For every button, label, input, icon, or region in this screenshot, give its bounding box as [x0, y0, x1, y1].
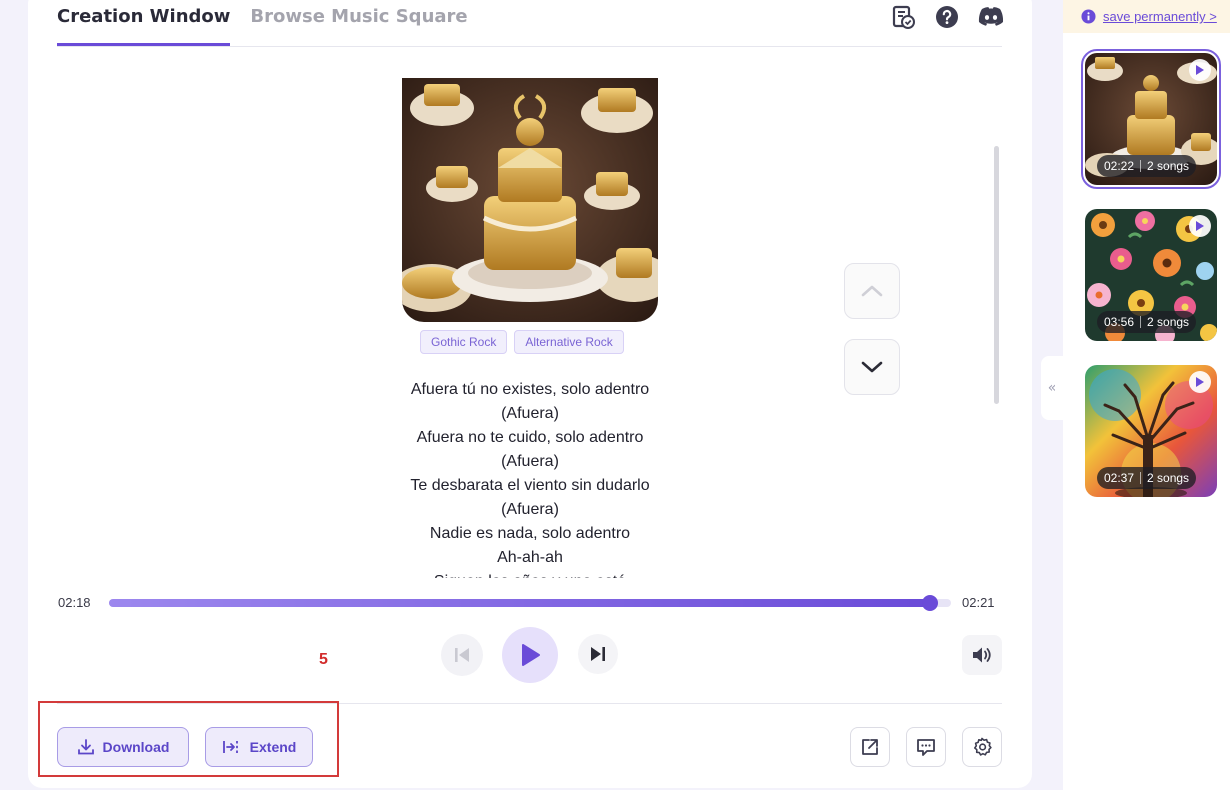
lyric-line: Nadie es nada, solo adentro	[429, 525, 631, 542]
play-icon	[1196, 221, 1204, 231]
lyric-line: Afuera tú no existes, solo adentro	[410, 381, 650, 398]
download-icon	[77, 739, 94, 755]
download-label: Download	[102, 739, 170, 755]
gear-icon	[974, 737, 992, 756]
song-count: 2 songs	[1147, 471, 1190, 485]
play-preview-button[interactable]	[1189, 215, 1211, 237]
next-song-down-button[interactable]	[844, 339, 900, 395]
tab-creation-window[interactable]: Creation Window	[57, 0, 231, 46]
lyric-line: Siguen los años y uno está	[330, 570, 730, 578]
play-preview-button[interactable]	[1189, 371, 1211, 393]
history-item[interactable]: 03:56 2 songs	[1085, 209, 1217, 341]
play-icon	[522, 644, 540, 666]
progress-bar[interactable]	[109, 595, 951, 611]
play-icon	[1196, 377, 1204, 387]
progress-handle[interactable]	[921, 595, 938, 611]
feedback-button[interactable]	[906, 727, 946, 767]
external-link-icon	[862, 739, 878, 755]
save-banner: save permanently >	[1063, 0, 1230, 33]
save-permanently-link[interactable]: save permanently >	[1103, 9, 1217, 24]
extend-label: Extend	[249, 739, 297, 755]
history-item[interactable]: 02:22 2 songs	[1081, 49, 1221, 189]
chat-icon	[917, 739, 935, 756]
song-info-badge: 02:22 2 songs	[1097, 155, 1197, 177]
skip-back-icon	[455, 648, 469, 662]
song-duration: 02:37	[1104, 471, 1135, 485]
song-cover-image	[402, 78, 658, 322]
song-count: 2 songs	[1147, 159, 1190, 173]
lyric-line: (Afuera)	[501, 501, 559, 518]
lyric-line: Afuera no te cuido, solo adentro	[416, 429, 644, 446]
info-icon	[1081, 9, 1096, 24]
collapse-panel-button[interactable]: «	[1041, 356, 1063, 420]
volume-button[interactable]	[962, 635, 1002, 675]
extend-button[interactable]: Extend	[205, 727, 313, 767]
extend-icon	[222, 741, 238, 753]
play-button[interactable]	[502, 627, 558, 683]
lyric-line: Te desbarata el viento sin dudarlo	[410, 477, 650, 494]
download-button[interactable]: Download	[57, 727, 189, 767]
previous-song-up-button[interactable]	[844, 263, 900, 319]
next-track-button[interactable]	[578, 634, 618, 674]
tab-browse-music-square[interactable]: Browse Music Square	[250, 0, 467, 46]
genre-tags: Gothic Rock Alternative Rock	[420, 330, 624, 354]
lyric-line: Ah-ah-ah	[497, 549, 563, 566]
play-preview-button[interactable]	[1189, 59, 1211, 81]
discord-icon[interactable]	[978, 4, 1004, 30]
song-duration: 02:22	[1104, 159, 1135, 173]
help-icon[interactable]	[934, 4, 960, 30]
lyrics-scrollbar[interactable]	[994, 146, 999, 404]
settings-button[interactable]	[962, 727, 1002, 767]
top-icon-bar	[890, 4, 1004, 30]
chevron-down-icon	[861, 361, 883, 373]
share-button[interactable]	[850, 727, 890, 767]
play-icon	[1196, 65, 1204, 75]
previous-track-button[interactable]	[441, 634, 483, 676]
genre-tag[interactable]: Alternative Rock	[514, 330, 624, 354]
tab-bar: Creation Window Browse Music Square	[57, 0, 468, 46]
total-time: 02:21	[962, 595, 995, 610]
progress-fill	[109, 599, 930, 607]
current-time: 02:18	[58, 595, 91, 610]
history-item[interactable]: 02:37 2 songs	[1085, 365, 1217, 497]
annotation-marker: 5	[319, 651, 328, 668]
lyrics-panel: Afuera tú no existes, solo adentro (Afue…	[330, 378, 730, 578]
lyric-line: (Afuera)	[501, 405, 559, 422]
double-chevron-left-icon: «	[1047, 380, 1057, 396]
genre-tag[interactable]: Gothic Rock	[420, 330, 508, 354]
tabs-divider	[57, 46, 1002, 47]
lyric-line: (Afuera)	[501, 453, 559, 470]
volume-icon	[973, 647, 991, 663]
song-info-badge: 02:37 2 songs	[1097, 467, 1197, 489]
checklist-icon[interactable]	[890, 4, 916, 30]
skip-forward-icon	[591, 647, 605, 661]
song-info-badge: 03:56 2 songs	[1097, 311, 1197, 333]
chevron-up-icon	[861, 285, 883, 297]
song-count: 2 songs	[1147, 315, 1190, 329]
badge-divider	[1140, 316, 1142, 328]
badge-divider	[1140, 160, 1142, 172]
badge-divider	[1140, 472, 1142, 484]
song-duration: 03:56	[1104, 315, 1135, 329]
